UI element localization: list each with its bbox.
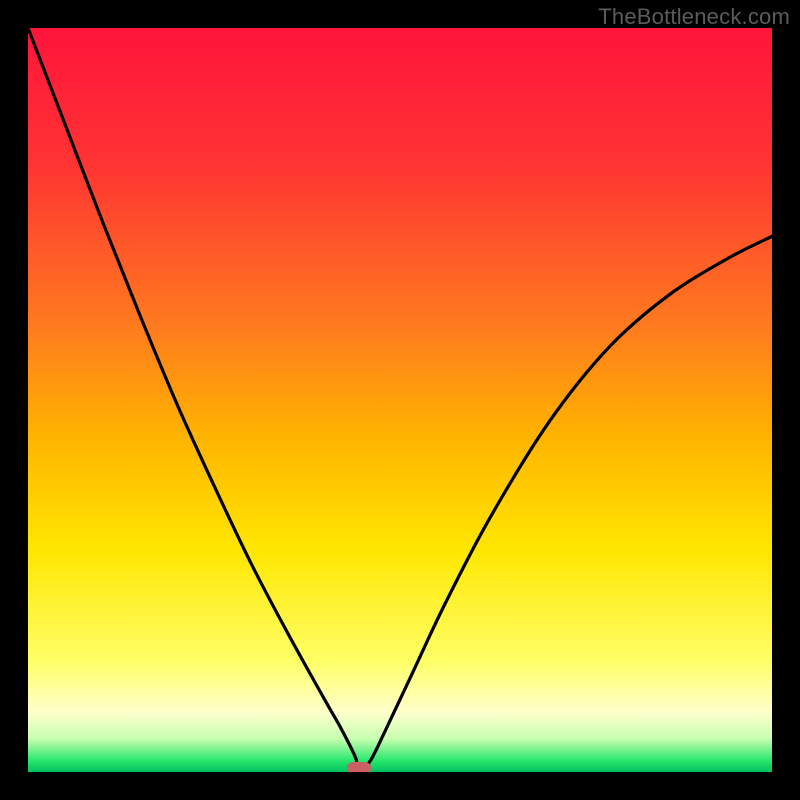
plot-area [28,28,772,772]
minimum-marker [347,762,371,772]
watermark-text: TheBottleneck.com [598,4,790,30]
bottleneck-curve [28,28,772,772]
chart-frame: TheBottleneck.com [0,0,800,800]
